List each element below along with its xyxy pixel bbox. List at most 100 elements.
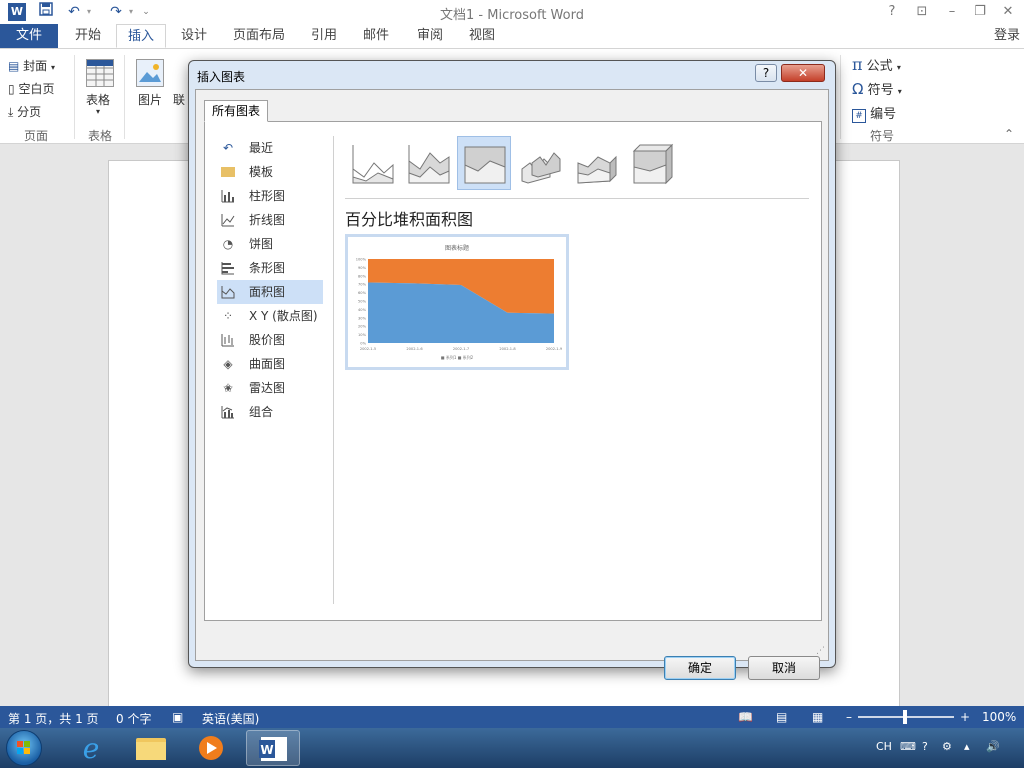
settings-tray-icon[interactable]: ⚙ xyxy=(942,740,952,753)
page-break-button[interactable]: ⤓ 分页 xyxy=(8,103,41,120)
stock-chart-icon xyxy=(221,333,235,347)
y-tick-label: 80% xyxy=(358,274,367,278)
chart-preview[interactable]: 图表标题 100% 90% 80% 70% 60% 50% 40% 30% 20% 10% 0% 200… xyxy=(345,234,569,370)
chart-category-list: ↶ 最近 模板 柱形图 折线图 ◔ 饼图 条形图 面积图 ⁘ X Y (散点图) 股价… xyxy=(217,136,323,424)
word-count[interactable]: 0 个字 xyxy=(116,710,151,727)
subtype-3d-stacked-area[interactable] xyxy=(569,136,623,190)
line-chart-icon xyxy=(221,213,235,227)
table-dropdown-icon[interactable]: ▾ xyxy=(96,107,100,116)
category-templates[interactable]: 模板 xyxy=(217,160,323,184)
window-title: 文档1 - Microsoft Word xyxy=(440,8,584,23)
tab-insert[interactable]: 插入 xyxy=(116,24,166,48)
tab-view[interactable]: 视图 xyxy=(460,24,504,48)
category-area[interactable]: 面积图 xyxy=(217,280,323,304)
show-hidden-icons[interactable]: ▴ xyxy=(964,740,970,753)
keyboard-icon[interactable]: ⌨ xyxy=(900,740,916,753)
preview-title: 图表标题 xyxy=(445,244,469,252)
volume-icon[interactable]: 🔊 xyxy=(986,740,1000,753)
equation-button[interactable]: π 公式 ▾ xyxy=(852,55,901,74)
explorer-icon[interactable] xyxy=(124,730,178,766)
read-mode-icon[interactable]: 📖 xyxy=(738,710,753,724)
subtype-percent-stacked-area[interactable] xyxy=(457,136,511,190)
category-stock[interactable]: 股价图 xyxy=(217,328,323,352)
ribbon-divider xyxy=(74,55,75,139)
folder-icon xyxy=(221,165,235,179)
category-radar[interactable]: ✬ 雷达图 xyxy=(217,376,323,400)
tab-mailings[interactable]: 邮件 xyxy=(354,24,398,48)
ribbon-display-button[interactable]: ⊡ xyxy=(910,3,934,21)
y-tick-label: 30% xyxy=(358,316,367,320)
preview-legend: ■ 系列1 ■ 系列2 xyxy=(441,354,474,360)
picture-icon[interactable] xyxy=(136,59,164,87)
subtype-3d-percent-stacked-area[interactable] xyxy=(625,136,679,190)
chart-panel: ↶ 最近 模板 柱形图 折线图 ◔ 饼图 条形图 面积图 ⁘ X Y (散点图) 股价… xyxy=(204,121,822,621)
tab-design[interactable]: 设计 xyxy=(172,24,216,48)
language-indicator[interactable]: 英语(美国) xyxy=(202,710,259,727)
category-pie[interactable]: ◔ 饼图 xyxy=(217,232,323,256)
table-icon[interactable] xyxy=(86,59,114,87)
print-layout-icon[interactable]: ▤ xyxy=(776,710,787,724)
zoom-out-icon[interactable]: – xyxy=(846,710,852,724)
number-button[interactable]: # 编号 xyxy=(852,103,896,123)
surface-chart-icon: ◈ xyxy=(223,357,233,371)
category-bar[interactable]: 条形图 xyxy=(217,256,323,280)
omega-icon: Ω xyxy=(852,80,864,98)
preview-chart: 图表标题100%90%80%70%60%50%40%30%20%10%0%200… xyxy=(356,244,563,360)
tab-file[interactable]: 文件 xyxy=(0,24,58,48)
category-column[interactable]: 柱形图 xyxy=(217,184,323,208)
symbol-button[interactable]: Ω 符号 ▾ xyxy=(852,79,902,98)
zoom-level[interactable]: 100% xyxy=(982,710,1016,724)
pie-chart-icon: ◔ xyxy=(222,237,234,251)
zoom-in-icon[interactable]: + xyxy=(960,710,970,724)
ie-icon[interactable]: e xyxy=(64,730,118,766)
login-link[interactable]: 登录 xyxy=(994,24,1020,48)
tab-layout[interactable]: 页面布局 xyxy=(226,24,292,48)
ok-button[interactable]: 确定 xyxy=(664,656,736,680)
proofing-icon[interactable]: ▣ xyxy=(172,710,183,724)
dialog-title: 插入图表 xyxy=(197,70,246,84)
table-button[interactable]: 表格 xyxy=(86,91,110,108)
start-button[interactable] xyxy=(6,730,42,766)
x-tick-label: 2002-1-5 xyxy=(360,347,376,351)
page-count[interactable]: 第 1 页，共 1 页 xyxy=(8,710,99,727)
blank-page-button[interactable]: ▯ 空白页 xyxy=(8,80,54,97)
x-tick-label: 2002-1-6 xyxy=(406,347,423,351)
web-layout-icon[interactable]: ▦ xyxy=(812,710,823,724)
cover-page-button[interactable]: ▤ 封面 ▾ xyxy=(8,57,55,74)
maximize-button[interactable]: ❐ xyxy=(968,3,992,21)
cancel-button[interactable]: 取消 xyxy=(748,656,820,680)
input-language[interactable]: CH xyxy=(876,740,892,753)
online-pictures-button[interactable]: 联 xyxy=(173,91,185,108)
word-taskbar-icon[interactable]: W xyxy=(246,730,300,766)
title-bar: W ↶ ▾ ↷ ▾ ⌄ 文档1 - Microsoft Word ? ⊡ – ❐… xyxy=(0,0,1024,24)
help-button[interactable]: ? xyxy=(880,3,904,21)
dialog-help-button[interactable]: ? xyxy=(755,64,777,82)
help-tray-icon[interactable]: ? xyxy=(922,740,928,753)
collapse-ribbon-icon[interactable]: ⌃ xyxy=(1004,127,1014,141)
tab-home[interactable]: 开始 xyxy=(66,24,110,48)
category-scatter[interactable]: ⁘ X Y (散点图) xyxy=(217,304,323,328)
tab-all-charts[interactable]: 所有图表 xyxy=(204,100,268,122)
x-tick-label: 2002-1-7 xyxy=(453,347,469,351)
tab-review[interactable]: 审阅 xyxy=(408,24,452,48)
category-line[interactable]: 折线图 xyxy=(217,208,323,232)
category-recent[interactable]: ↶ 最近 xyxy=(217,136,323,160)
y-tick-label: 70% xyxy=(358,283,367,287)
stacked-area-subtype-icon xyxy=(408,145,450,184)
percent-stacked-area-subtype-icon xyxy=(464,146,506,184)
subtype-3d-area[interactable] xyxy=(513,136,567,190)
category-combo[interactable]: 组合 xyxy=(217,400,323,424)
minimize-button[interactable]: – xyxy=(940,3,964,21)
close-button[interactable]: ✕ xyxy=(996,3,1020,21)
dialog-close-button[interactable]: ✕ xyxy=(781,64,825,82)
subtype-area[interactable] xyxy=(345,136,399,190)
media-player-icon[interactable] xyxy=(184,730,238,766)
category-surface[interactable]: ◈ 曲面图 xyxy=(217,352,323,376)
tab-references[interactable]: 引用 xyxy=(302,24,346,48)
subtype-divider xyxy=(345,198,809,199)
zoom-slider-thumb[interactable] xyxy=(903,710,907,724)
subtype-stacked-area[interactable] xyxy=(401,136,455,190)
resize-grip-icon[interactable]: ⋰ xyxy=(816,646,825,656)
ribbon-tabs: 文件 开始 插入 设计 页面布局 引用 邮件 审阅 视图 登录 xyxy=(0,24,1024,48)
pictures-button[interactable]: 图片 xyxy=(138,91,162,108)
